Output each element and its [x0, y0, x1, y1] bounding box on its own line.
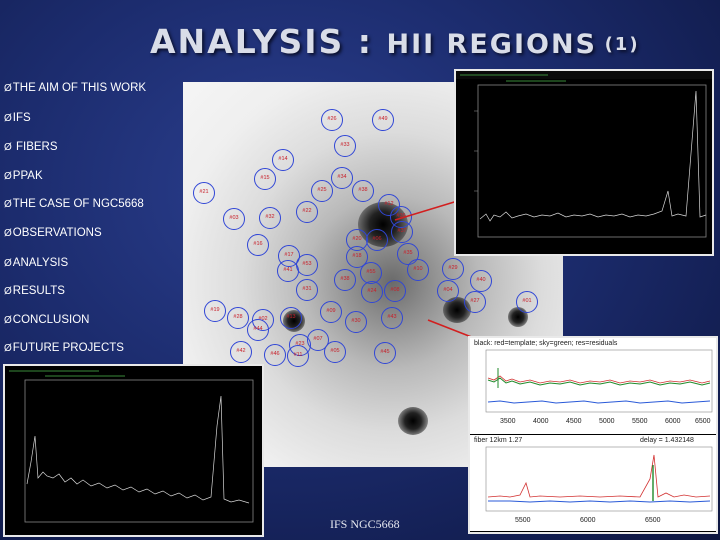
- fiber-04: #04: [437, 280, 459, 302]
- bullet-item[interactable]: ØOBSERVATIONS: [4, 227, 102, 239]
- fiber-30: #30: [345, 311, 367, 333]
- fiber-21: #21: [193, 182, 215, 204]
- fiber-26: #26: [321, 109, 343, 131]
- fiber-22: #22: [296, 201, 318, 223]
- fiber-40: #40: [470, 270, 492, 292]
- fiber-33: #33: [334, 135, 356, 157]
- spectrum-plot: [9, 370, 254, 523]
- fiber-09: #09: [320, 301, 342, 323]
- bullet-item[interactable]: ØPPAK: [4, 170, 43, 182]
- fiber-32: #32: [259, 207, 281, 229]
- fiber-41: #41: [277, 260, 299, 282]
- fiber-38: #38: [352, 180, 374, 202]
- bullet-item[interactable]: ØIFS: [4, 112, 31, 124]
- x-tick: 6500: [645, 517, 661, 524]
- fiber-13: #13: [280, 307, 302, 329]
- hii-knot: [398, 407, 428, 435]
- spectrum-fit-panel: black: red=template; sky=green; res=resi…: [468, 336, 718, 534]
- x-tick: 6500: [695, 418, 711, 425]
- fiber-01: #01: [516, 291, 538, 313]
- title-main: ANALYSIS :: [150, 22, 387, 61]
- x-tick: 3500: [500, 418, 516, 425]
- spectrum-plot: [456, 71, 712, 238]
- fiber-53: #53: [296, 254, 318, 276]
- bullet-item[interactable]: Ø FIBERS: [4, 141, 58, 153]
- fiber-31: #31: [296, 279, 318, 301]
- fiber-25: #25: [311, 180, 333, 202]
- x-tick: 4000: [533, 418, 549, 425]
- slide: ANALYSIS : HII REGIONS (1) #26 #49 #33 #14 #…: [0, 0, 720, 540]
- fiber-45: #45: [374, 342, 396, 364]
- fiber-42: #42: [230, 341, 252, 363]
- fiber-49: #49: [372, 109, 394, 131]
- x-tick: 5000: [599, 418, 615, 425]
- fiber-38: #38: [334, 269, 356, 291]
- bullet-item[interactable]: ØTHE CASE OF NGC5668: [4, 198, 144, 210]
- fiber-37: #37: [391, 221, 413, 243]
- slide-title: ANALYSIS : HII REGIONS (1): [150, 22, 715, 72]
- fiber-05: #05: [324, 341, 346, 363]
- full-spectrum-fit: black: red=template; sky=green; res=resi…: [470, 338, 716, 434]
- slide-footer: IFS NGC5668: [330, 517, 400, 531]
- zoomed-spectrum-fit: fiber 12km 1.27 delay = 1.432148 5500 60…: [470, 435, 716, 531]
- x-tick: 4500: [566, 418, 582, 425]
- fiber-28: #28: [227, 307, 249, 329]
- fiber-15: #15: [254, 168, 276, 190]
- fiber-19: #19: [204, 300, 226, 322]
- bullet-item[interactable]: ØFUTURE PROJECTS: [4, 342, 124, 354]
- bullet-item[interactable]: ØCONCLUSION: [4, 314, 89, 326]
- x-tick: 6000: [580, 517, 596, 524]
- bullet-item[interactable]: ØRESULTS: [4, 285, 65, 297]
- x-tick: 5500: [632, 418, 648, 425]
- fiber-11: #11: [287, 345, 309, 367]
- fiber-27: #27: [464, 291, 486, 313]
- fiber-10: #10: [407, 259, 429, 281]
- spectrum-panel-top-right: [454, 69, 714, 256]
- fiber-16: #16: [247, 234, 269, 256]
- title-sub: HII REGIONS: [386, 29, 597, 60]
- bullet-item-active[interactable]: ØANALYSIS: [4, 257, 68, 269]
- fiber-08: #08: [384, 280, 406, 302]
- fiber-14: #14: [272, 149, 294, 171]
- x-tick: 6000: [665, 418, 681, 425]
- fiber-46: #46: [264, 344, 286, 366]
- fiber-24: #24: [361, 281, 383, 303]
- fiber-44: #44: [247, 319, 269, 341]
- x-tick: 5500: [515, 517, 531, 524]
- bullet-item[interactable]: ØTHE AIM OF THIS WORK: [4, 82, 146, 94]
- fiber-06: #06: [366, 229, 388, 251]
- title-part-number: (1): [604, 34, 640, 55]
- fiber-03: #03: [223, 208, 245, 230]
- fiber-43: #43: [381, 307, 403, 329]
- fiber-34: #34: [331, 167, 353, 189]
- fiber-29: #29: [442, 258, 464, 280]
- spectrum-panel-bottom-left: [3, 364, 264, 537]
